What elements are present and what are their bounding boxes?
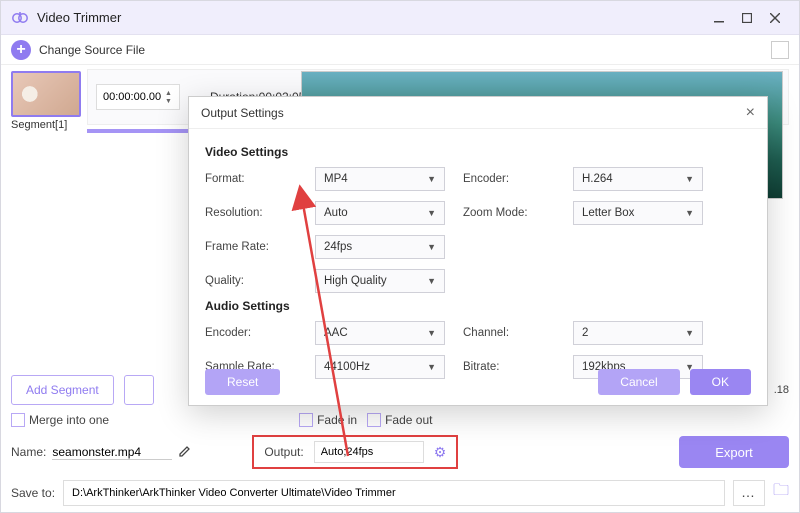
titlebar: Video Trimmer [1,1,799,35]
minimize-button[interactable] [705,4,733,32]
timeline-end-label: .18 [774,384,789,396]
save-path-input[interactable] [63,480,725,506]
segment-label: Segment[1] [11,119,81,131]
channel-label: Channel: [463,327,555,339]
reset-button[interactable]: Reset [205,369,280,395]
app-title: Video Trimmer [37,10,705,25]
dialog-close-icon[interactable]: × [746,104,755,122]
add-icon[interactable]: + [11,40,31,60]
zoom-select[interactable]: Letter Box▼ [573,201,703,225]
resolution-select[interactable]: Auto▼ [315,201,445,225]
tool-icon[interactable] [771,41,789,59]
output-value-field[interactable] [314,441,424,463]
a-encoder-select[interactable]: AAC▼ [315,321,445,345]
zoom-label: Zoom Mode: [463,207,555,219]
dialog-titlebar: Output Settings × [189,97,767,129]
segment-thumbnail[interactable] [11,71,81,117]
a-encoder-label: Encoder: [205,327,297,339]
output-settings-dialog: Output Settings × Video Settings Format:… [188,96,768,406]
close-button[interactable] [761,4,789,32]
format-label: Format: [205,173,297,185]
browse-path-button[interactable]: … [733,480,765,506]
edit-name-icon[interactable] [178,444,192,461]
format-select[interactable]: MP4▼ [315,167,445,191]
fade-out-checkbox[interactable]: Fade out [367,413,432,427]
dialog-title: Output Settings [201,106,284,120]
video-settings-heading: Video Settings [205,145,751,159]
toolbar: + Change Source File [1,35,799,65]
filename-input[interactable] [52,445,172,460]
output-settings-trigger: Output: ⚙ [252,435,458,469]
fade-in-checkbox[interactable]: Fade in [299,413,357,427]
quality-label: Quality: [205,275,297,287]
add-segment-button[interactable]: Add Segment [11,375,114,405]
start-time-input[interactable]: 00:00:00.00▲▼ [96,84,180,110]
encoder-label: Encoder: [463,173,555,185]
segment-thumbnail-column: Segment[1] [11,71,81,131]
app-logo-icon [11,9,29,27]
name-label: Name: [11,445,46,459]
framerate-label: Frame Rate: [205,241,297,253]
quality-select[interactable]: High Quality▼ [315,269,445,293]
open-folder-icon[interactable]: 🗀 [773,479,789,506]
resolution-label: Resolution: [205,207,297,219]
ok-button[interactable]: OK [690,369,751,395]
output-label: Output: [264,445,303,459]
framerate-select[interactable]: 24fps▼ [315,235,445,259]
change-source-button[interactable]: Change Source File [39,43,145,57]
encoder-select[interactable]: H.264▼ [573,167,703,191]
gear-icon[interactable]: ⚙ [434,444,447,461]
save-to-label: Save to: [11,486,55,500]
maximize-button[interactable] [733,4,761,32]
export-button[interactable]: Export [679,436,789,468]
secondary-segment-button[interactable] [124,375,154,405]
cancel-button[interactable]: Cancel [598,369,679,395]
channel-select[interactable]: 2▼ [573,321,703,345]
merge-checkbox[interactable]: Merge into one [11,413,109,427]
audio-settings-heading: Audio Settings [205,299,751,313]
